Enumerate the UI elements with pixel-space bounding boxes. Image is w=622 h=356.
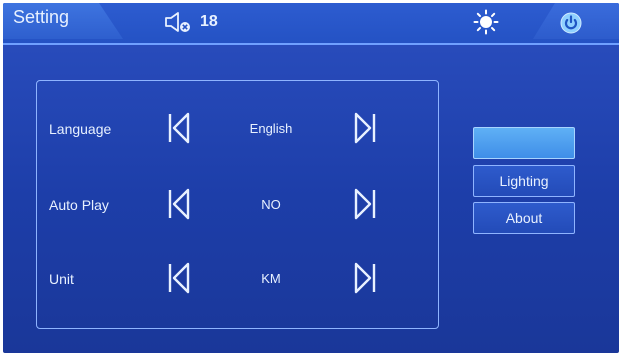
skip-back-icon — [168, 188, 190, 220]
language-next-button[interactable] — [352, 111, 378, 145]
auto-play-label: Auto Play — [49, 197, 109, 213]
auto-play-value: NO — [261, 197, 281, 212]
sun-icon[interactable] — [473, 9, 499, 40]
language-value: English — [249, 121, 293, 136]
unit-next-button[interactable] — [352, 261, 378, 295]
power-icon[interactable] — [559, 11, 583, 40]
side-menu-about-button[interactable]: About — [473, 202, 575, 234]
unit-label: Unit — [49, 271, 74, 287]
auto-play-next-button[interactable] — [352, 187, 378, 221]
top-bar: Setting 18 — [3, 3, 619, 45]
unit-value: KM — [261, 271, 281, 286]
skip-back-icon — [168, 262, 190, 294]
page-title: Setting — [13, 7, 70, 27]
side-menu-lighting-button[interactable]: Lighting — [473, 165, 575, 197]
skip-back-icon — [168, 112, 190, 144]
screen: Setting 18 Language English Auto Play NO… — [3, 3, 619, 353]
side-menu-general-button[interactable] — [473, 127, 575, 159]
settings-panel: Language English Auto Play NO Unit KM — [36, 80, 439, 329]
speaker-muted-icon[interactable] — [163, 11, 193, 38]
auto-play-prev-button[interactable] — [166, 187, 192, 221]
language-label: Language — [49, 121, 112, 137]
volume-value: 18 — [200, 13, 218, 30]
skip-forward-icon — [354, 262, 376, 294]
language-prev-button[interactable] — [166, 111, 192, 145]
skip-forward-icon — [354, 112, 376, 144]
unit-prev-button[interactable] — [166, 261, 192, 295]
skip-forward-icon — [354, 188, 376, 220]
